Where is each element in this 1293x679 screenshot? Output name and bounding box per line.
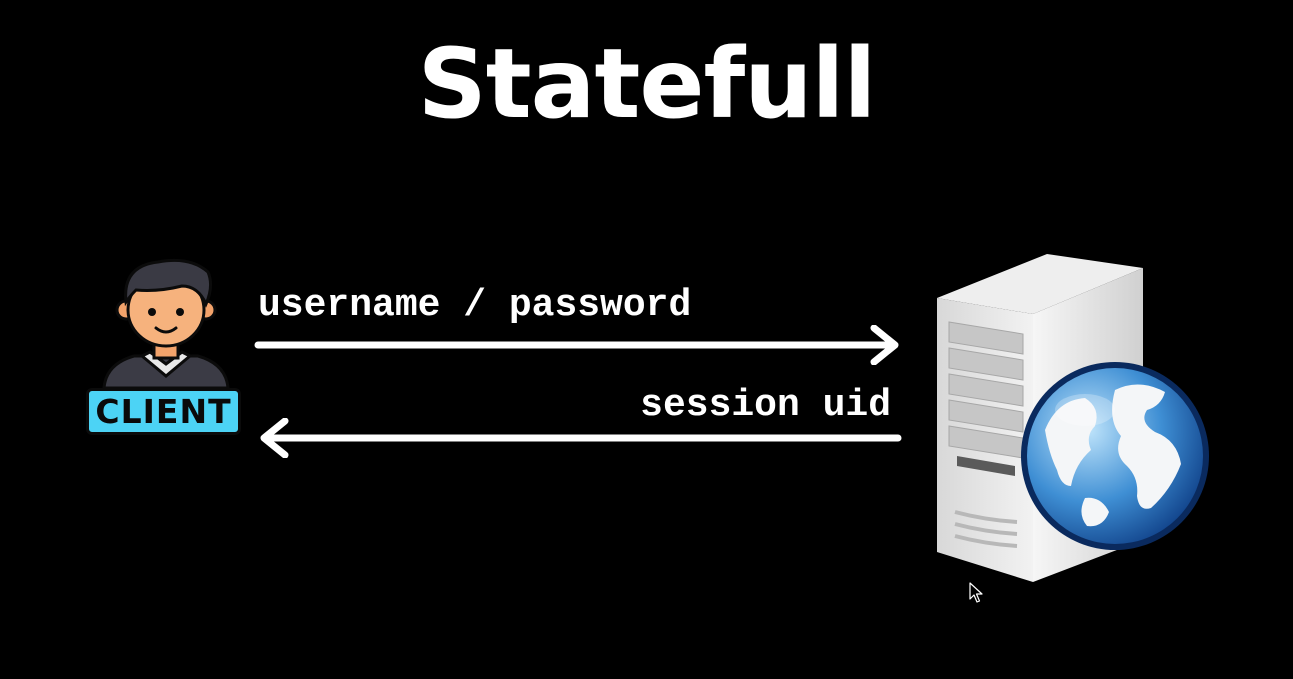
response-arrow bbox=[260, 418, 902, 458]
server-globe-icon bbox=[937, 254, 1209, 582]
slide-title: Statefull bbox=[417, 28, 877, 140]
request-arrow bbox=[254, 325, 899, 365]
mouse-cursor-icon bbox=[969, 582, 983, 603]
client-badge: CLIENT bbox=[86, 388, 241, 435]
request-label: username / password bbox=[258, 284, 692, 327]
